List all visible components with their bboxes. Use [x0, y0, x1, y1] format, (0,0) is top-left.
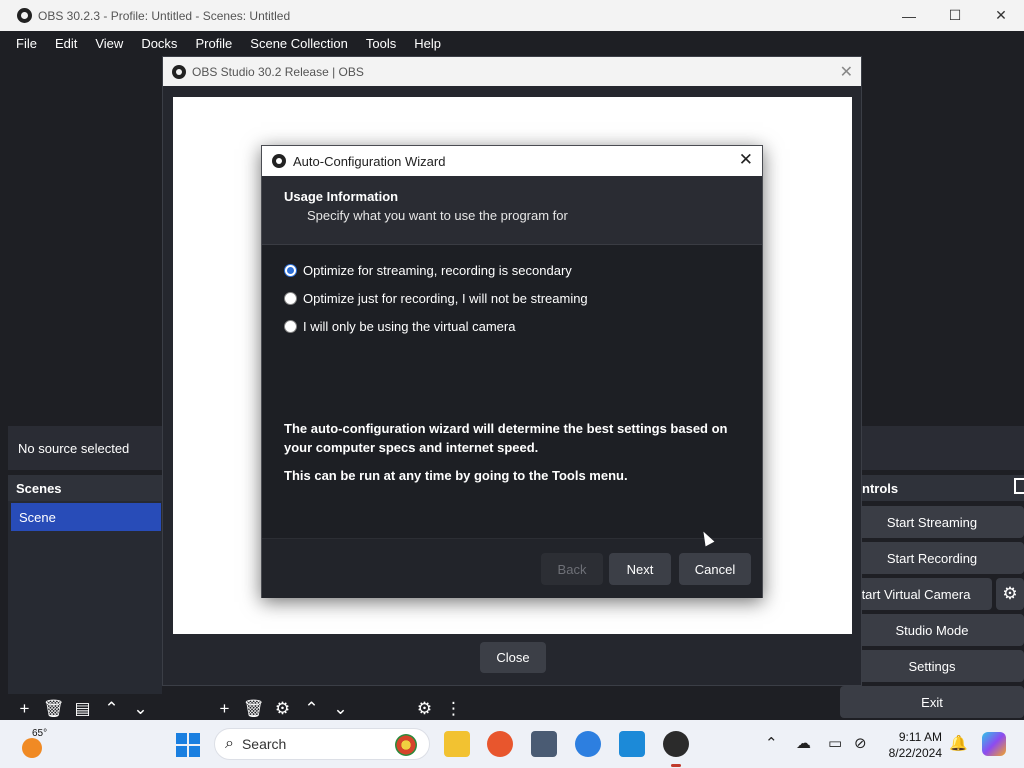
move-scene-up-icon[interactable]: ⌃ [97, 699, 126, 719]
system-clock[interactable]: 9:11 AM 8/22/2024 [884, 729, 942, 761]
tray-overflow-icon[interactable]: ⌃ [765, 734, 778, 752]
window-title: OBS 30.2.3 - Profile: Untitled - Scenes:… [38, 8, 291, 23]
release-titlebar: OBS Studio 30.2 Release | OBS ✕ [163, 57, 861, 86]
move-source-up-icon[interactable]: ⌃ [297, 699, 326, 719]
menu-tools[interactable]: Tools [357, 36, 405, 51]
release-title: OBS Studio 30.2 Release | OBS [192, 64, 364, 79]
virtual-camera-settings-icon[interactable]: ⚙ [996, 578, 1024, 610]
scenes-dock-header: Scenes [8, 475, 162, 501]
clock-date: 8/22/2024 [888, 746, 942, 760]
search-label: Search [241, 736, 287, 752]
onedrive-icon[interactable]: ☁ [796, 734, 811, 752]
option-streaming-label: Optimize for streaming, recording is sec… [303, 262, 572, 278]
wizard-info-text: The auto-configuration wizard will deter… [284, 421, 728, 455]
auto-config-wizard: Auto-Configuration Wizard ✕ Usage Inform… [261, 145, 763, 598]
vscode-icon[interactable] [619, 731, 645, 757]
wizard-footer: Back Next Cancel [262, 538, 762, 598]
move-scene-down-icon[interactable]: ⌄ [126, 699, 155, 719]
cancel-button[interactable]: Cancel [679, 553, 751, 585]
windows-logo-icon [176, 733, 187, 744]
menu-scene-collection[interactable]: Scene Collection [241, 36, 357, 51]
option-recording-label: Optimize just for recording, I will not … [303, 290, 588, 306]
start-streaming-button[interactable]: Start Streaming [840, 506, 1024, 538]
menu-file[interactable]: File [7, 36, 46, 51]
notification-bell-icon[interactable]: 🔔 [949, 734, 968, 752]
close-window-button[interactable]: ✕ [978, 0, 1024, 31]
usage-info-subtitle: Specify what you want to use the program… [307, 208, 568, 223]
maximize-button[interactable]: ☐ [932, 0, 978, 31]
search-highlight-icon [395, 734, 417, 756]
option-streaming[interactable]: Optimize for streaming, recording is sec… [284, 260, 572, 280]
controls-dock-header: ntrols [862, 475, 1024, 501]
close-icon[interactable]: ✕ [739, 150, 753, 170]
mixer-menu-icon[interactable]: ⋮ [439, 699, 468, 719]
next-button[interactable]: Next [609, 553, 671, 585]
audio-settings-icon[interactable]: ⚙ [410, 699, 439, 719]
chrome-icon[interactable] [575, 731, 601, 757]
network-icon[interactable]: ⊘ [854, 734, 867, 752]
remove-source-icon[interactable]: 🗑 [239, 699, 268, 719]
wizard-title: Auto-Configuration Wizard [293, 153, 446, 169]
scene-item[interactable]: Scene [11, 503, 161, 531]
menu-docks[interactable]: Docks [132, 36, 186, 51]
sources-toolbar: + 🗑 ⚙ ⌃ ⌄ [210, 696, 355, 722]
file-explorer-icon[interactable] [444, 731, 470, 757]
window-controls: — ☐ ✕ [886, 0, 1024, 31]
add-source-icon[interactable]: + [210, 699, 239, 719]
back-button[interactable]: Back [541, 553, 603, 585]
start-recording-button[interactable]: Start Recording [840, 542, 1024, 574]
usage-info-title: Usage Information [284, 189, 399, 204]
obs-icon[interactable] [663, 731, 689, 767]
no-source-label: No source selected [18, 441, 130, 456]
scenes-title: Scenes [16, 480, 62, 496]
display-icon[interactable]: ▭ [828, 734, 842, 752]
source-properties-icon[interactable]: ⚙ [268, 699, 297, 719]
scene-filter-icon[interactable]: ▤ [68, 699, 97, 719]
taskbar-search[interactable]: ⌕ Search [214, 728, 430, 760]
controls-title: ntrols [862, 480, 899, 496]
undock-icon[interactable] [1014, 478, 1024, 494]
clock-time: 9:11 AM [898, 730, 942, 744]
wizard-header: Usage Information Specify what you want … [262, 176, 762, 245]
copilot-icon[interactable] [982, 732, 1006, 756]
taskbar: 65° ⌕ Search ⌃ ☁ ▭ ⊘ 9:11 AM 8/22/2024 🔔 [0, 720, 1024, 768]
obs-logo-icon [272, 154, 286, 168]
close-icon[interactable]: ✕ [840, 62, 853, 82]
menu-profile[interactable]: Profile [186, 36, 241, 51]
obs-titlebar: OBS 30.2.3 - Profile: Untitled - Scenes:… [0, 0, 1024, 31]
start-button[interactable] [176, 733, 200, 757]
remove-scene-icon[interactable]: 🗑 [39, 699, 68, 719]
menu-edit[interactable]: Edit [46, 36, 86, 51]
release-close-button[interactable]: Close [480, 642, 546, 673]
obs-logo-icon [17, 8, 32, 23]
radio-icon[interactable] [284, 291, 297, 305]
obs-logo-icon [172, 64, 186, 79]
scenes-toolbar: + 🗑 ▤ ⌃ ⌄ [10, 696, 155, 722]
radio-checked-icon[interactable] [284, 263, 297, 277]
move-source-down-icon[interactable]: ⌄ [326, 699, 355, 719]
firefox-icon[interactable] [487, 731, 513, 757]
wizard-titlebar: Auto-Configuration Wizard ✕ [262, 146, 762, 176]
option-virtual-camera[interactable]: I will only be using the virtual camera [284, 316, 515, 336]
minimize-button[interactable]: — [886, 0, 932, 31]
weather-sun-icon [22, 738, 42, 758]
mixer-toolbar: ⚙ ⋮ [410, 696, 468, 722]
search-icon: ⌕ [225, 735, 234, 752]
menu-view[interactable]: View [86, 36, 132, 51]
exit-button[interactable]: Exit [840, 686, 1024, 718]
weather-widget[interactable]: 65° [20, 728, 48, 758]
add-scene-icon[interactable]: + [10, 699, 39, 719]
weather-temp: 65° [32, 728, 48, 739]
3d-box-icon[interactable] [531, 731, 557, 757]
scenes-list: Scene [8, 501, 162, 694]
settings-button[interactable]: Settings [840, 650, 1024, 682]
option-virtual-camera-label: I will only be using the virtual camera [303, 318, 516, 334]
start-virtual-camera-button[interactable]: tart Virtual Camera [840, 578, 992, 610]
option-recording[interactable]: Optimize just for recording, I will not … [284, 288, 588, 308]
radio-icon[interactable] [284, 319, 297, 333]
menubar: File Edit View Docks Profile Scene Colle… [0, 31, 1024, 56]
studio-mode-button[interactable]: Studio Mode [840, 614, 1024, 646]
wizard-tools-note: This can be run at any time by going to … [284, 468, 628, 483]
menu-help[interactable]: Help [405, 36, 450, 51]
